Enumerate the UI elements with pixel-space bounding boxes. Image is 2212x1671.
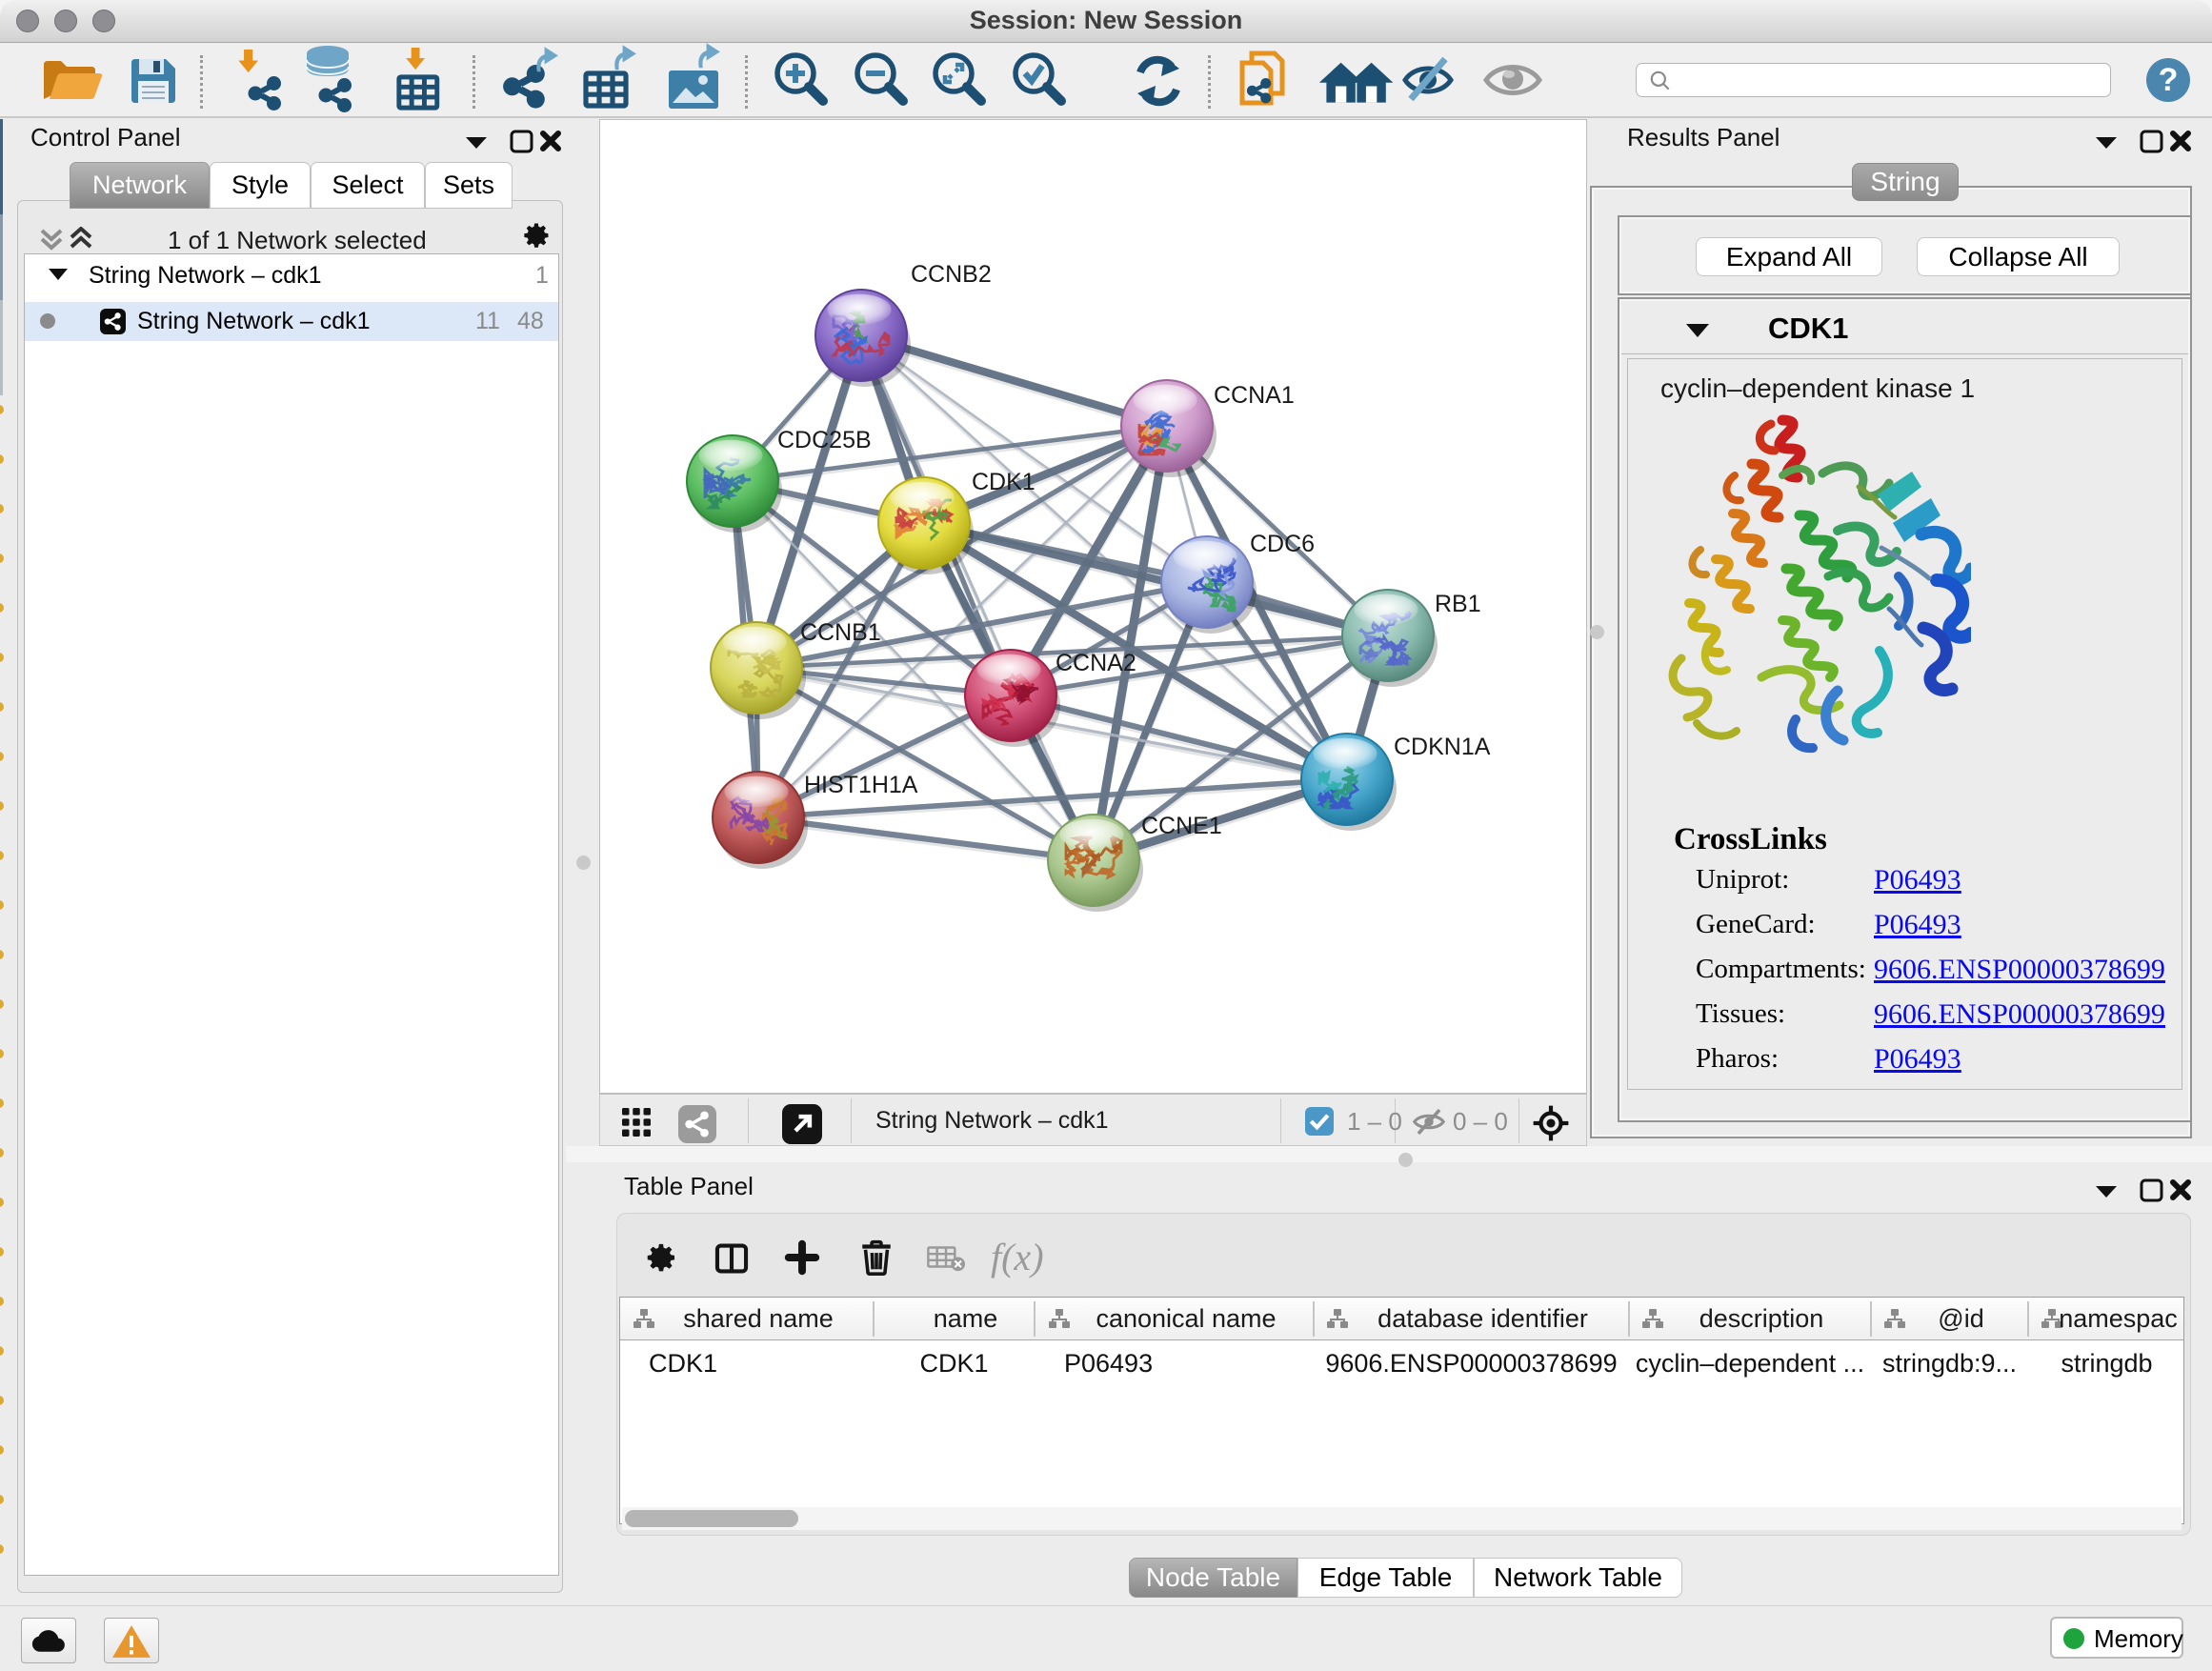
svg-text:CDC6: CDC6: [1250, 531, 1315, 557]
svg-text:stringdb: stringdb: [2061, 1349, 2152, 1378]
svg-text:CCNB1: CCNB1: [800, 619, 881, 646]
svg-text:CDC25B: CDC25B: [777, 427, 872, 453]
svg-text:CCNA1: CCNA1: [1214, 382, 1295, 409]
svg-text:CDKN1A: CDKN1A: [1394, 734, 1491, 760]
svg-text:cyclin–dependent ...: cyclin–dependent ...: [1636, 1349, 1864, 1378]
svg-text:name: name: [934, 1304, 998, 1333]
svg-text:shared name: shared name: [683, 1304, 834, 1333]
svg-text:database identifier: database identifier: [1377, 1304, 1588, 1333]
svg-text:CCNB2: CCNB2: [911, 261, 992, 288]
svg-text:namespac: namespac: [2059, 1304, 2178, 1333]
svg-text:?: ?: [2159, 62, 2179, 98]
svg-text:stringdb:9...: stringdb:9...: [1882, 1349, 2017, 1378]
svg-text:CCNA2: CCNA2: [1056, 650, 1136, 676]
svg-text:CDK1: CDK1: [649, 1349, 717, 1378]
svg-text:canonical name: canonical name: [1096, 1304, 1276, 1333]
svg-text:CDK1: CDK1: [919, 1349, 988, 1378]
svg-text:RB1: RB1: [1435, 591, 1481, 617]
svg-text:CDK1: CDK1: [972, 469, 1036, 495]
svg-text:CCNE1: CCNE1: [1141, 813, 1222, 839]
svg-text:description: description: [1699, 1304, 1824, 1333]
svg-text:HIST1H1A: HIST1H1A: [804, 772, 918, 798]
svg-text:@id: @id: [1938, 1304, 1983, 1333]
svg-text:9606.ENSP00000378699: 9606.ENSP00000378699: [1325, 1349, 1617, 1378]
svg-text:P06493: P06493: [1064, 1349, 1153, 1378]
